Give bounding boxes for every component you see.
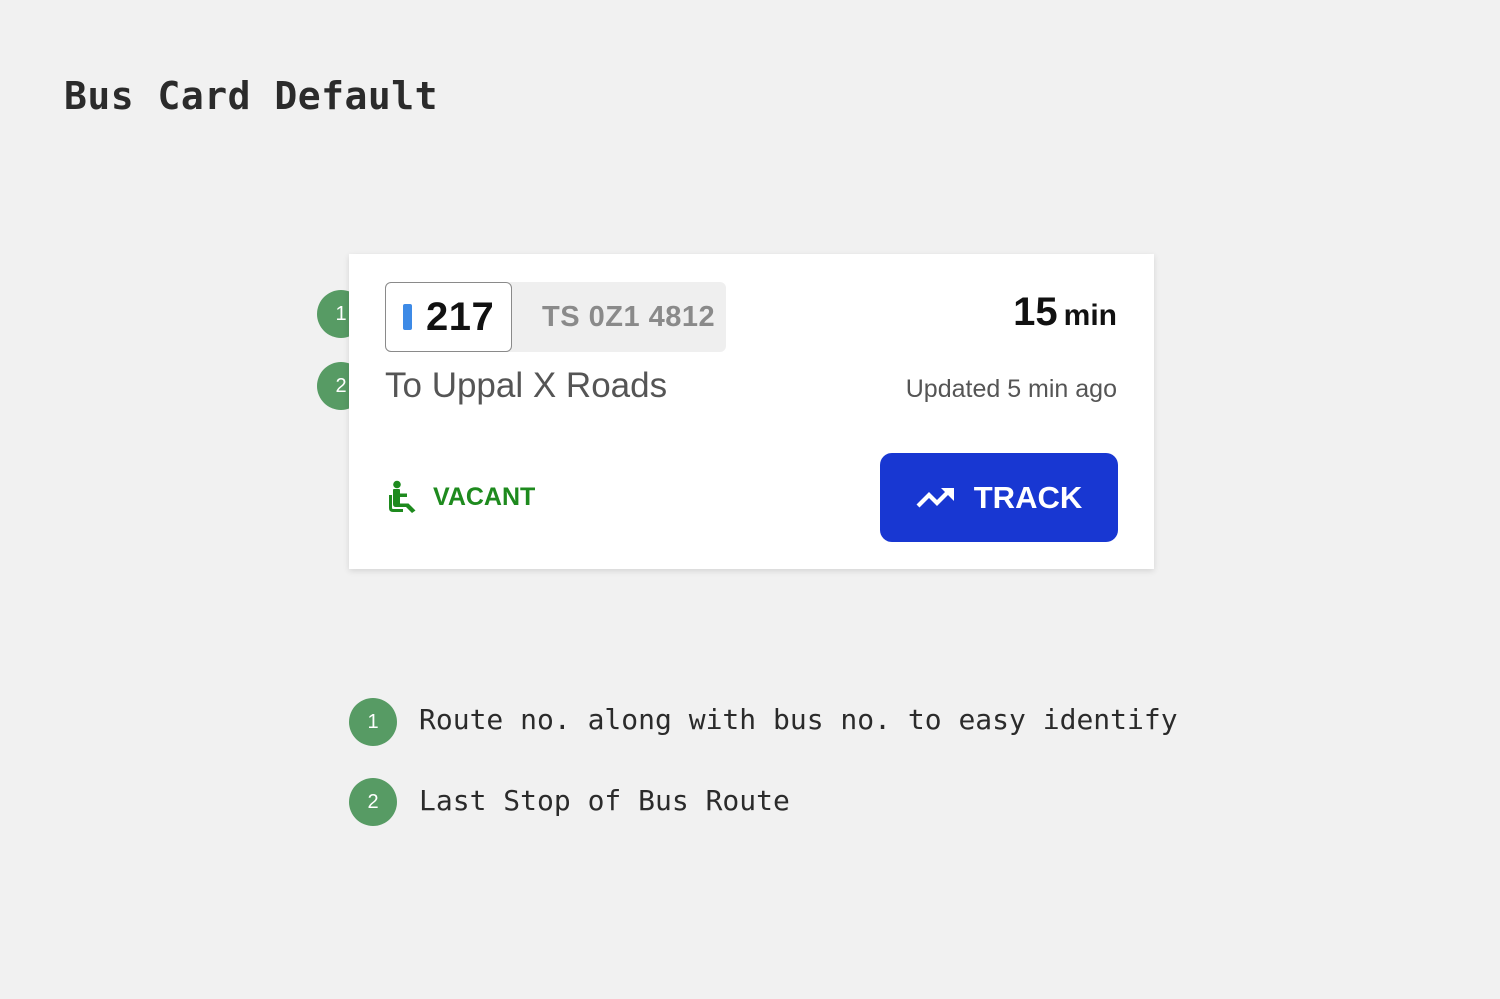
last-updated-label: Updated 5 min ago [905, 375, 1117, 403]
legend-marker-1: 1 [349, 698, 397, 746]
track-button-label: TRACK [973, 479, 1083, 515]
vacancy-label: VACANT [433, 482, 536, 511]
destination-label: To Uppal X Roads [385, 366, 668, 405]
bus-card[interactable]: 217 TS 0Z1 4812 15 min To Uppal X Roads U… [349, 254, 1154, 569]
route-number: 217 [426, 294, 495, 339]
route-color-indicator [403, 304, 412, 330]
eta: 15 min [1013, 290, 1117, 335]
bus-registration-number: TS 0Z1 4812 [542, 301, 716, 333]
legend-text-1: Route no. along with bus no. to easy ide… [419, 703, 1178, 736]
eta-unit: min [1063, 299, 1117, 332]
route-number-box: 217 [385, 282, 512, 352]
page-title: Bus Card Default [64, 74, 439, 118]
seat-icon [389, 480, 416, 513]
legend-marker-2: 2 [349, 778, 397, 826]
eta-value: 15 [1013, 290, 1058, 334]
route-pill: 217 TS 0Z1 4812 [385, 282, 726, 352]
vacancy-status: VACANT [388, 480, 535, 514]
legend-text-2: Last Stop of Bus Route [419, 784, 790, 817]
track-button[interactable]: TRACK [880, 453, 1118, 542]
trending-up-icon [916, 487, 954, 507]
